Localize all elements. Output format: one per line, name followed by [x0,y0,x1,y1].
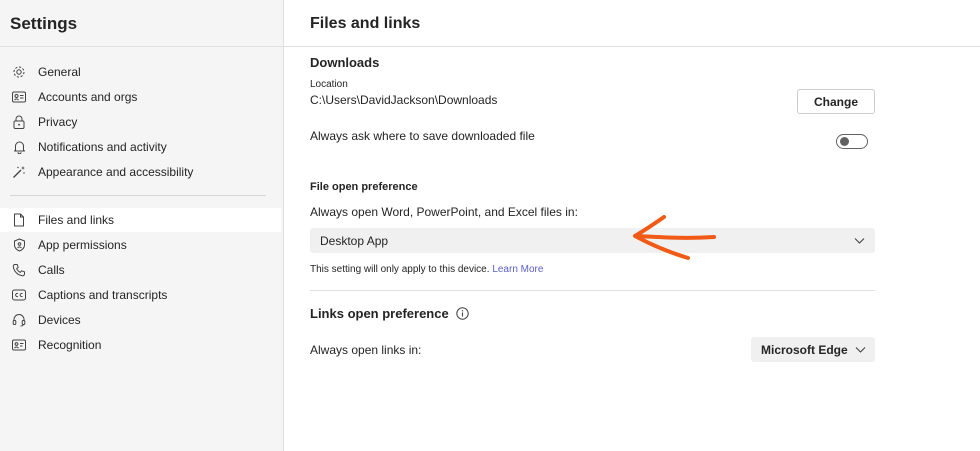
links-open-heading-text: Links open preference [310,306,449,321]
always-ask-label: Always ask where to save downloaded file [310,129,535,143]
toggle-knob [840,137,849,146]
file-open-selected-value: Desktop App [320,233,389,248]
device-note-text: This setting will only apply to this dev… [310,264,490,275]
sidebar-item-devices[interactable]: Devices [0,308,281,332]
shield-icon [11,237,27,253]
sidebar-item-label: Appearance and accessibility [38,165,194,179]
location-label: Location [310,79,348,90]
device-setting-note: This setting will only apply to this dev… [310,264,543,275]
learn-more-link[interactable]: Learn More [492,264,543,275]
section-divider [310,290,875,291]
recognition-icon [11,337,27,353]
sidebar-item-files-and-links[interactable]: Files and links [0,208,281,232]
sidebar-item-recognition[interactable]: Recognition [0,333,281,357]
downloads-heading: Downloads [310,55,380,70]
document-icon [11,212,27,228]
sidebar-item-app-permissions[interactable]: App permissions [0,233,281,257]
sidebar-item-label: Calls [38,263,65,277]
chevron-down-icon [855,344,866,358]
page-title: Files and links [310,15,421,32]
sidebar-item-notifications[interactable]: Notifications and activity [0,135,281,159]
sidebar-item-label: Devices [38,313,81,327]
bell-icon [11,139,27,155]
sidebar-item-label: Files and links [38,213,115,227]
change-location-button[interactable]: Change [797,89,875,114]
sidebar-item-label: Accounts and orgs [38,90,138,104]
magic-wand-icon [11,164,27,180]
sidebar-item-appearance[interactable]: Appearance and accessibility [0,160,281,184]
sidebar-item-label: Captions and transcripts [38,288,168,302]
browser-dropdown[interactable]: Microsoft Edge [751,337,875,362]
sidebar-title: Settings [10,14,78,33]
lock-icon [11,114,27,130]
sidebar-item-accounts[interactable]: Accounts and orgs [0,85,281,109]
links-open-heading: Links open preference [310,306,470,323]
file-open-heading: File open preference [310,181,418,193]
headset-icon [11,312,27,328]
settings-sidebar: Settings General Accounts and orgs Priva… [0,0,284,451]
gear-icon [11,64,27,80]
sidebar-item-label: Privacy [38,115,78,129]
closed-captions-icon [11,287,27,303]
links-open-label: Always open links in: [310,343,422,357]
sidebar-item-label: Notifications and activity [38,140,167,154]
sidebar-item-label: App permissions [38,238,127,252]
file-open-dropdown[interactable]: Desktop App [310,228,875,253]
file-open-label: Always open Word, PowerPoint, and Excel … [310,205,578,219]
sidebar-item-privacy[interactable]: Privacy [0,110,281,134]
sidebar-divider [10,195,266,196]
sidebar-item-calls[interactable]: Calls [0,258,281,282]
id-card-icon [11,89,27,105]
info-icon[interactable] [456,307,470,323]
location-value: C:\Users\DavidJackson\Downloads [310,93,498,107]
chevron-down-icon [854,235,865,249]
annotation-arrow-icon [628,208,724,269]
always-ask-toggle[interactable] [836,134,868,149]
sidebar-item-label: Recognition [38,338,102,352]
sidebar-item-label: General [38,65,81,79]
phone-icon [11,262,27,278]
header-divider [284,46,980,47]
sidebar-header-divider [0,46,283,47]
sidebar-item-captions[interactable]: Captions and transcripts [0,283,281,307]
sidebar-item-general[interactable]: General [0,60,281,84]
browser-selected-value: Microsoft Edge [761,342,848,357]
